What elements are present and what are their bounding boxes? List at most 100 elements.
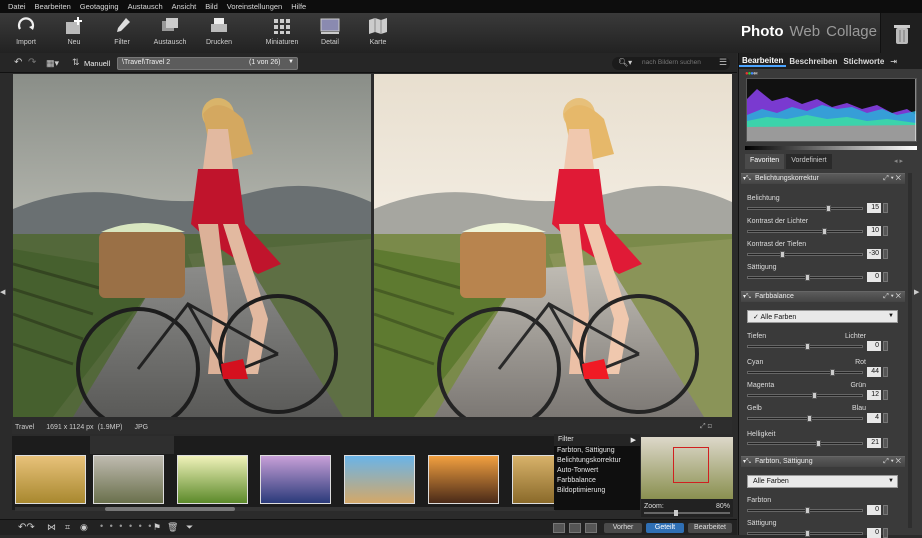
filter-button[interactable]: Filter [102,17,142,46]
filter-menu-item[interactable]: Belichtungskorrektur [554,456,640,466]
drucken-button[interactable]: Drucken [199,17,239,46]
navigator[interactable]: Zoom: 80% [641,437,733,517]
spinner-icon[interactable] [883,272,888,282]
fit-screen-icon[interactable]: ⤢ ⊡ [700,423,712,431]
belichtung-row-value[interactable]: 15 [867,203,881,213]
farbton-row-slider[interactable] [747,507,863,514]
thumbnail-sunset-pier[interactable] [260,455,331,504]
farbbalance-row-slider-knob[interactable] [807,415,813,422]
filter-menu-item[interactable]: Auto-Tonwert [554,466,640,476]
farbbalance-row-slider[interactable] [747,369,863,376]
thumbnail-bicycle[interactable] [93,455,164,504]
neu-button[interactable]: Neu [54,17,94,46]
collapse-left-icon[interactable]: ◀ [0,288,5,298]
split-vertical-icon[interactable] [585,523,597,533]
hue-color-dropdown[interactable]: Alle Farben ▼ [747,475,898,488]
section-farbbalance[interactable]: ▾⤡ Farbbalance ⤢ ▾ ✕ [741,291,905,302]
menu-bild[interactable]: Bild [205,2,218,11]
photo-before[interactable] [13,74,371,417]
section-tools-icon[interactable]: ▾⤡ [743,458,751,466]
tab-scroll-arrows-icon[interactable]: ◂ ▸ [894,157,903,165]
belichtung-row-value[interactable]: 10 [867,226,881,236]
farbbalance-row-value[interactable]: 12 [867,390,881,400]
rating-dots[interactable]: • • • • • • [100,521,153,531]
geteilt-button[interactable]: Geteilt [646,523,684,533]
single-view-icon[interactable] [553,523,565,533]
farbton-row-slider-knob[interactable] [805,530,810,537]
navigator-viewport[interactable] [673,447,709,483]
spinner-icon[interactable] [883,249,888,259]
filmstrip-scrollbar[interactable] [15,507,555,511]
belichtung-row-slider-knob[interactable] [805,274,810,281]
belichtung-row-slider-knob[interactable] [779,251,785,258]
split-horizontal-icon[interactable] [569,523,581,533]
rotate-right-icon[interactable]: ↷ [28,57,36,68]
menu-geotagging[interactable]: Geotagging [80,2,119,11]
farbton-row-value[interactable]: 0 [867,505,881,515]
menu-icon[interactable]: ☰ [719,57,727,68]
belichtung-row-slider[interactable] [747,205,863,212]
belichtung-row-slider[interactable] [747,228,863,235]
farbton-row-value[interactable]: 0 [867,528,881,538]
spinner-icon[interactable] [883,226,888,236]
menu-datei[interactable]: Datei [8,2,26,11]
filter-menu-item[interactable]: Farbton, Sättigung [554,446,640,456]
section-belichtungskorrektur[interactable]: ▾⤡ Belichtungskorrektur ⤢ ▾ ✕ [741,173,905,184]
tiefen-value[interactable]: 0 [867,341,881,351]
farbbalance-row-slider-knob[interactable] [830,369,836,376]
helligkeit-value[interactable]: 21 [867,438,881,448]
tab-bearbeiten[interactable]: Bearbeiten [739,56,787,67]
flag-icon[interactable]: ⚑ [153,522,161,533]
spinner-icon[interactable] [883,438,888,448]
search-input[interactable]: 🔍︎▾ nach Bildern suchen [612,57,730,70]
thumbnail-boardwalk[interactable] [428,455,499,504]
undo-icon[interactable]: ↶↷ [18,522,35,533]
funnel-icon[interactable]: ⏷ [186,522,193,533]
delete-icon[interactable]: 🗑︎ [167,522,178,533]
color-range-dropdown[interactable]: ✓ Alle Farben ▼ [747,310,898,323]
thumbnail-windmill[interactable] [15,455,86,504]
detail-button[interactable]: Detail [310,17,350,46]
thumbnail-beach-hut[interactable] [344,455,415,504]
filter-menu-header[interactable]: Filter ▶ [554,434,640,446]
trash-button[interactable] [880,13,922,53]
export-icon[interactable]: ⇥ [887,57,900,66]
zoom-slider[interactable] [644,510,730,516]
farbton-row-slider-knob[interactable] [805,507,810,514]
section-farbton-saettigung[interactable]: ▾⤡ Farbton, Sättigung ⤢ ▾ ✕ [741,456,905,467]
austausch-button[interactable]: Austausch [150,17,190,46]
bearbeitet-button[interactable]: Bearbeitet [688,523,732,533]
menu-austausch[interactable]: Austausch [128,2,163,11]
mode-photo[interactable]: Photo [741,23,784,40]
spinner-icon[interactable] [883,390,888,400]
photo-after[interactable] [374,74,732,417]
belichtung-row-value[interactable]: 0 [867,272,881,282]
tab-stichworte[interactable]: Stichworte [840,57,887,66]
farbbalance-row-slider[interactable] [747,392,863,399]
close-icon[interactable]: ⤢ ▾ ✕ [883,458,901,466]
spinner-icon[interactable] [883,203,888,213]
filter-menu-item[interactable]: Bildoptimierung [554,486,640,496]
tiefen-lichter-slider[interactable] [747,343,863,350]
helligkeit-slider[interactable] [747,440,863,447]
belichtung-row-slider-knob[interactable] [825,205,831,212]
rotate-left-icon[interactable]: ↶ [14,57,22,68]
sort-mode[interactable]: Manuell [84,59,110,68]
tab-beschreiben[interactable]: Beschreiben [786,57,840,66]
flip-icon[interactable]: ⋈ [47,522,56,533]
slider-knob[interactable] [805,343,810,350]
filter-menu-item[interactable]: Farbbalance [554,476,640,486]
thumbnail-wheat[interactable] [512,455,557,504]
section-tools-icon[interactable]: ▾⤡ [743,175,751,183]
panel-scrollbar[interactable] [908,173,912,528]
tab-favoriten[interactable]: Favoriten [745,154,785,169]
menu-ansicht[interactable]: Ansicht [172,2,197,11]
grid-view-icon[interactable]: ▦▾ [46,58,59,69]
close-icon[interactable]: ⤢ ▾ ✕ [883,293,901,301]
belichtung-row-value[interactable]: -30 [867,249,881,259]
crop-icon[interactable]: ⌗ [65,522,70,533]
farbbalance-row-value[interactable]: 44 [867,367,881,377]
vorher-button[interactable]: Vorher [604,523,642,533]
channel-dots-icon[interactable]: ●●●●◐ [745,71,759,77]
thumbnail-grass[interactable] [177,455,248,504]
